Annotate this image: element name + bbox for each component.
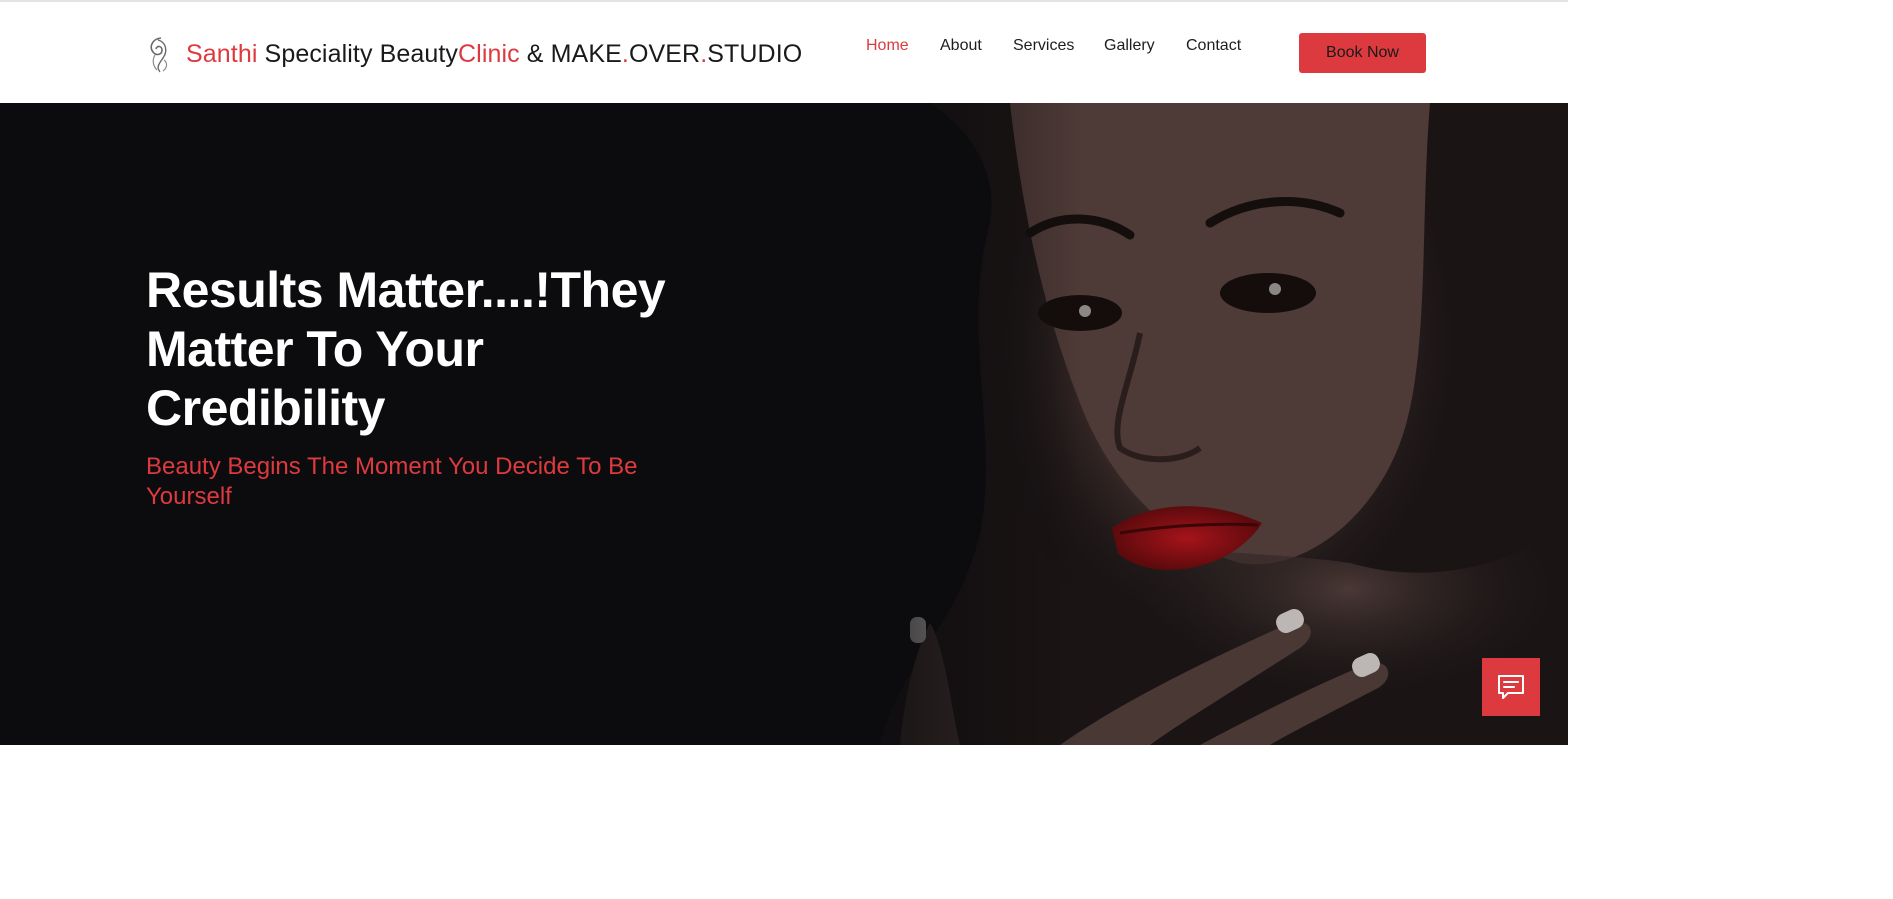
book-now-button[interactable]: Book Now — [1299, 33, 1426, 73]
brand-name-make: & MAKE — [519, 40, 622, 68]
brand-dot-1: . — [621, 40, 629, 68]
brand-name-clinic: Clinic — [458, 40, 520, 68]
brand-name-studio: STUDIO — [707, 40, 803, 68]
hero-subtitle: Beauty Begins The Moment You Decide To B… — [146, 453, 638, 510]
hero-title: Results Matter....!They Matter To Your C… — [146, 262, 666, 436]
brand-name[interactable]: Santhi Speciality BeautyClinic & MAKE.OV… — [186, 38, 802, 70]
nav-about[interactable]: About — [940, 36, 982, 56]
brand-name-santhi: Santhi — [186, 40, 258, 68]
nav-contact[interactable]: Contact — [1186, 36, 1241, 56]
nav-home[interactable]: Home — [866, 36, 909, 56]
nav-gallery[interactable]: Gallery — [1104, 36, 1155, 56]
nav-services[interactable]: Services — [1013, 36, 1074, 56]
chat-button[interactable] — [1482, 658, 1540, 716]
brand-name-over: OVER — [628, 40, 701, 68]
hero-section: Results Matter....!They Matter To Your C… — [0, 103, 1568, 745]
brand-name-speciality-beauty: Speciality Beauty — [257, 40, 459, 68]
site-header: Santhi Speciality BeautyClinic & MAKE.OV… — [0, 2, 1568, 103]
hair-silhouette-icon[interactable] — [146, 36, 172, 74]
chat-bubble-icon — [1498, 675, 1524, 699]
